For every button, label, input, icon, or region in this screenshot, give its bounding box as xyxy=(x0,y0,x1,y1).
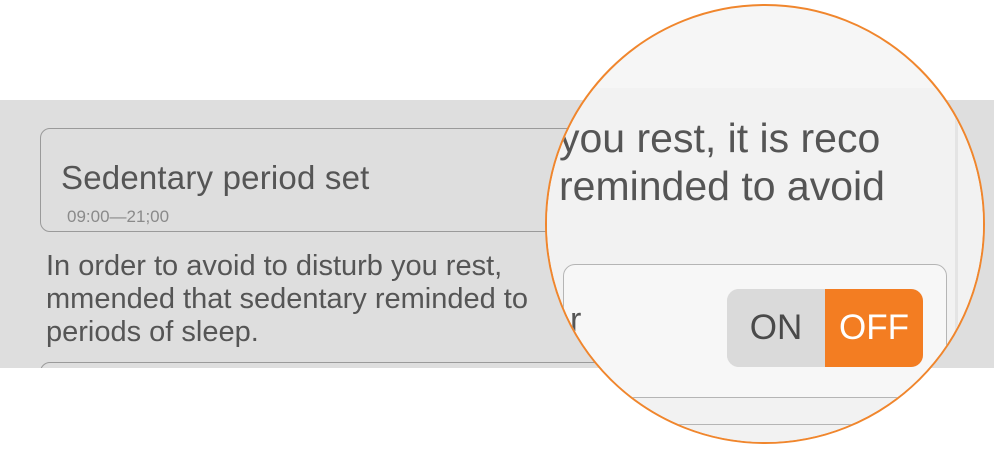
setting-label-fragment: r xyxy=(570,301,582,339)
sedentary-period-title: Sedentary period set xyxy=(61,159,370,196)
magnifier-lens: you rest, it is reco reminded to avoid r… xyxy=(545,4,985,444)
on-off-toggle[interactable]: ON OFF xyxy=(727,289,923,367)
zoomed-notice: you rest, it is reco reminded to avoid xyxy=(559,114,979,210)
toggle-on-option[interactable]: ON xyxy=(727,289,825,367)
toggle-off-option[interactable]: OFF xyxy=(825,289,923,367)
next-setting-card-zoomed[interactable] xyxy=(563,424,947,442)
sedentary-period-range: 09:00—21;00 xyxy=(67,207,170,226)
zoomed-notice-line: you rest, it is reco xyxy=(559,115,881,161)
zoomed-notice-line: reminded to avoid xyxy=(559,163,885,209)
